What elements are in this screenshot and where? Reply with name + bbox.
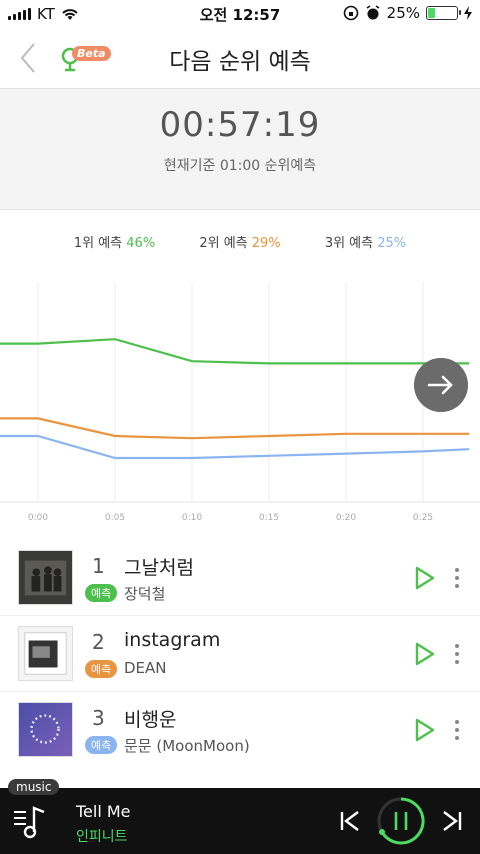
status-right: 25%: [343, 4, 472, 22]
charging-icon: [464, 6, 472, 20]
song-title: instagram: [124, 629, 221, 651]
prediction-tag: 예측: [85, 660, 118, 678]
series-line-3: [0, 434, 470, 460]
prediction-tag: 예측: [85, 584, 118, 602]
more-options-icon[interactable]: [452, 720, 462, 742]
countdown-timer: 00:57:19: [159, 105, 321, 145]
legend-pct: 46%: [126, 236, 156, 251]
song-title: 그날처럼: [124, 557, 194, 579]
pause-button[interactable]: [376, 796, 426, 846]
album-cover: [18, 626, 73, 681]
player-artist: 인피니트: [76, 829, 128, 845]
x-tick-label: 0:10: [182, 513, 202, 523]
countdown-subtitle: 현재기준 01:00 순위예측: [163, 158, 317, 174]
x-tick-label: 0:15: [259, 513, 279, 523]
chart-canvas: 0:00 0:05 0:10 0:15 0:20 0:25: [0, 282, 480, 523]
legend-label: 2위 예측: [199, 236, 248, 251]
song-title: 비행운: [124, 709, 177, 731]
album-cover: [18, 550, 73, 605]
legend-pct: 25%: [377, 236, 407, 251]
legend-item-1: 1위 예측 46%: [74, 236, 155, 251]
rank-number: 2: [92, 630, 105, 654]
chart-legend: 1위 예측 46% 2위 예측 29% 3위 예측 25%: [0, 232, 480, 251]
page-title: 다음 순위 예측: [169, 49, 311, 75]
orientation-lock-icon: [343, 5, 358, 21]
legend-label: 3위 예측: [324, 236, 374, 251]
x-tick-label: 0:00: [28, 513, 48, 523]
countdown-panel: 00:57:19 현재기준 01:00 순위예측: [0, 88, 480, 210]
header: Beta 다음 순위 예측: [0, 28, 480, 88]
playlist-icon[interactable]: [12, 802, 50, 840]
next-track-icon[interactable]: [440, 810, 464, 832]
next-arrow-button[interactable]: [414, 358, 468, 412]
series-line-1: [0, 338, 470, 365]
rank-number: 3: [92, 706, 105, 730]
player-song-title: Tell Me: [76, 802, 131, 821]
legend-item-2: 2위 예측 29%: [199, 236, 280, 251]
x-tick-label: 0:05: [105, 513, 125, 523]
battery-icon: [426, 6, 461, 20]
x-tick-label: 0:25: [413, 513, 433, 523]
status-bar: KT 오전 12:57 25%: [0, 0, 480, 28]
alarm-icon: [366, 5, 380, 20]
list-item[interactable]: 1 예측 그날처럼 장덕철: [0, 540, 480, 616]
rank-number: 1: [92, 554, 105, 578]
rank-prediction-chart: 0:00 0:05 0:10 0:15 0:20 0:25: [0, 282, 480, 532]
series-line-2: [0, 417, 470, 440]
list-item[interactable]: 2 예측 instagram DEAN: [0, 616, 480, 692]
song-artist: 문문 (MoonMoon): [124, 737, 250, 755]
legend-label: 1위 예측: [73, 236, 123, 251]
battery-percent: 25%: [386, 4, 420, 22]
song-artist: DEAN: [124, 659, 167, 677]
play-icon[interactable]: [414, 566, 436, 590]
previous-icon[interactable]: [338, 810, 362, 832]
legend-pct: 29%: [251, 236, 281, 251]
song-artist: 장덕철: [124, 585, 166, 603]
x-tick-label: 0:20: [336, 513, 356, 523]
more-options-icon[interactable]: [452, 568, 462, 590]
play-icon[interactable]: [414, 642, 436, 666]
play-icon[interactable]: [414, 718, 436, 742]
music-tab-badge[interactable]: music: [8, 779, 60, 795]
more-options-icon[interactable]: [452, 644, 462, 666]
mini-player[interactable]: Tell Me 인피니트: [0, 788, 480, 854]
list-item[interactable]: 3 예측 비행운 문문 (MoonMoon): [0, 692, 480, 768]
legend-item-3: 3위 예측 25%: [325, 236, 406, 251]
prediction-tag: 예측: [85, 736, 118, 754]
prediction-list: 1 예측 그날처럼 장덕철 2 예측 instagram DEAN 3 예측 비…: [0, 540, 480, 768]
album-cover: [18, 702, 73, 757]
